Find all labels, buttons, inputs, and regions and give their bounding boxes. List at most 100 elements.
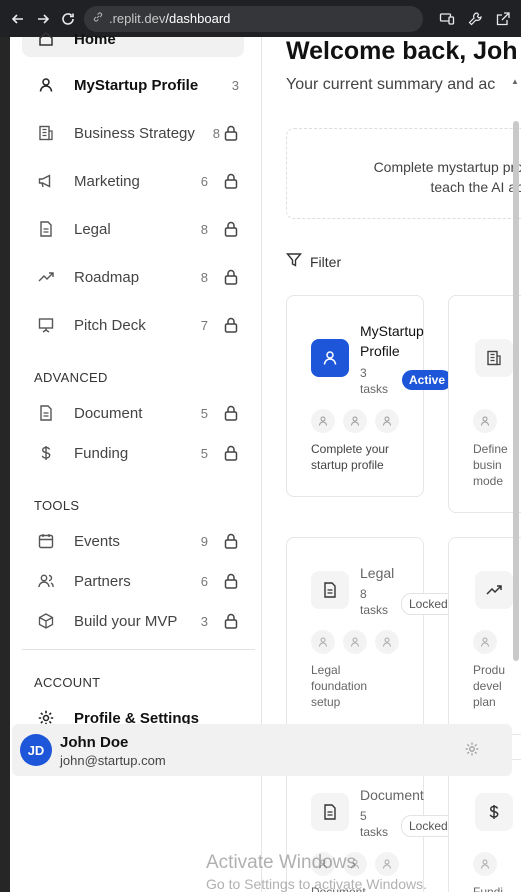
sidebar-item-home[interactable]: Home — [22, 31, 244, 57]
person-icon — [375, 409, 399, 433]
scrollbar-thumb[interactable] — [513, 121, 519, 661]
card-desc-line2: startup profile — [311, 458, 384, 472]
notice-text-line1: Complete mystartup profile to — [373, 159, 521, 175]
filter-button[interactable]: Filter — [286, 252, 341, 271]
card-title-line2: Profile — [360, 343, 400, 359]
notice-text-line2: teach the AI abou — [430, 179, 521, 195]
sidebar-item-build-your-mvp[interactable]: Build your MVP 3 — [22, 601, 244, 641]
back-icon[interactable] — [8, 8, 27, 30]
activation-watermark-title: Activate Windows — [206, 852, 356, 873]
document-icon — [311, 571, 349, 609]
scrollbar-up-arrow[interactable]: ▲ — [511, 77, 519, 86]
sidebar-item-label: Document — [74, 404, 143, 422]
sidebar-item-count: 6 — [200, 573, 208, 589]
page-subtitle: Your current summary and ac — [286, 76, 496, 93]
sidebar-item-count: 8 — [200, 269, 208, 285]
card-task-unit: tasks — [360, 603, 389, 617]
url-host: .replit.dev — [108, 11, 166, 26]
card-assignees — [311, 409, 399, 433]
sidebar-item-label: Funding — [74, 444, 129, 462]
forward-icon[interactable] — [33, 8, 52, 30]
users-icon — [37, 572, 55, 590]
card-desc-line1: Legal — [311, 663, 341, 677]
lock-icon — [222, 444, 240, 462]
sidebar-item-mystartup-profile[interactable]: MyStartup Profile 3 — [22, 65, 244, 105]
person-icon — [473, 852, 497, 876]
sidebar-item-count: 9 — [200, 533, 208, 549]
trending-up-icon — [37, 268, 55, 286]
card-task-unit: tasks — [360, 825, 389, 839]
section-heading-account: ACCOUNT — [34, 675, 101, 690]
home-icon — [37, 30, 55, 53]
document-icon — [311, 793, 349, 831]
wrench-icon[interactable] — [465, 8, 485, 30]
lock-icon — [222, 268, 240, 286]
task-card-funding[interactable]: Fundi — [448, 759, 521, 892]
task-card-roadmap[interactable]: Produ devel plan — [448, 537, 521, 735]
link-icon — [92, 11, 104, 26]
reload-icon[interactable] — [59, 8, 78, 30]
lock-icon — [222, 404, 240, 422]
sidebar-item-partners[interactable]: Partners 6 — [22, 561, 244, 601]
sidebar-item-label: Events — [74, 532, 120, 550]
person-icon — [473, 409, 497, 433]
card-title-line1: MyStartup — [360, 323, 424, 339]
external-link-icon[interactable] — [493, 8, 513, 30]
sidebar-item-label: Marketing — [74, 172, 140, 190]
person-icon — [375, 630, 399, 654]
task-card-business-strategy[interactable]: Define busin mode — [448, 295, 521, 513]
sidebar-item-roadmap[interactable]: Roadmap 8 — [22, 257, 244, 297]
card-assignees — [473, 852, 497, 876]
section-heading-tools: TOOLS — [34, 498, 80, 513]
sidebar-item-count: 8 — [200, 221, 208, 237]
document-icon — [37, 404, 55, 422]
devices-icon[interactable] — [437, 8, 457, 30]
presentation-icon — [37, 316, 55, 334]
profile-notice: Complete mystartup profile to teach the … — [286, 128, 521, 219]
sidebar-item-events[interactable]: Events 9 — [22, 521, 244, 561]
sidebar-item-pitch-deck[interactable]: Pitch Deck 7 — [22, 305, 244, 345]
sidebar-item-business-strategy[interactable]: Business Strategy 8 — [22, 113, 244, 153]
card-task-count: 5 — [360, 809, 367, 823]
sidebar-item-count: 5 — [200, 405, 208, 421]
sidebar-item-count: 3 — [231, 77, 239, 93]
lock-icon — [222, 316, 240, 334]
sidebar-item-count: 3 — [200, 613, 208, 629]
lock-icon — [222, 532, 240, 550]
sidebar-item-label: Build your MVP — [74, 612, 178, 630]
user-profile-card[interactable]: JD John Doe john@startup.com — [12, 724, 512, 776]
left-edge-bar — [0, 37, 10, 892]
card-assignees — [311, 630, 399, 654]
card-desc-line1: Complete your — [311, 442, 390, 456]
card-assignees — [473, 630, 497, 654]
building-icon — [37, 124, 55, 142]
avatar: JD — [20, 734, 52, 766]
building-icon — [475, 339, 513, 377]
card-task-count: 3 — [360, 366, 367, 380]
card-desc-line3: plan — [473, 695, 496, 709]
task-card-legal[interactable]: Legal 8 tasks Locked Legal foundation se… — [286, 537, 456, 735]
sidebar-item-label: Legal — [74, 220, 111, 238]
filter-icon — [286, 252, 302, 271]
gear-icon[interactable] — [464, 741, 480, 762]
status-badge: Active — [402, 370, 453, 390]
sidebar-item-legal[interactable]: Legal 8 — [22, 209, 244, 249]
person-icon — [311, 630, 335, 654]
sidebar-item-marketing[interactable]: Marketing 6 — [22, 161, 244, 201]
lock-icon — [222, 572, 240, 590]
card-task-unit: tasks — [360, 382, 389, 396]
address-bar[interactable]: .replit.dev/dashboard — [83, 5, 423, 32]
task-card-mystartup-profile[interactable]: MyStartup Profile 3 tasks Active Complet… — [286, 295, 453, 497]
sidebar-item-label: Home — [74, 31, 116, 48]
megaphone-icon — [37, 172, 55, 190]
url-path: /dashboard — [165, 11, 231, 26]
person-icon — [473, 630, 497, 654]
person-icon — [375, 852, 399, 876]
user-email: john@startup.com — [60, 753, 166, 768]
sidebar-item-document[interactable]: Document 5 — [22, 393, 244, 433]
sidebar-item-label: Business Strategy — [74, 124, 195, 142]
sidebar-item-funding[interactable]: Funding 5 — [22, 433, 244, 473]
card-desc-line3: setup — [311, 695, 341, 709]
lock-icon — [222, 172, 240, 190]
filter-label: Filter — [310, 253, 342, 270]
